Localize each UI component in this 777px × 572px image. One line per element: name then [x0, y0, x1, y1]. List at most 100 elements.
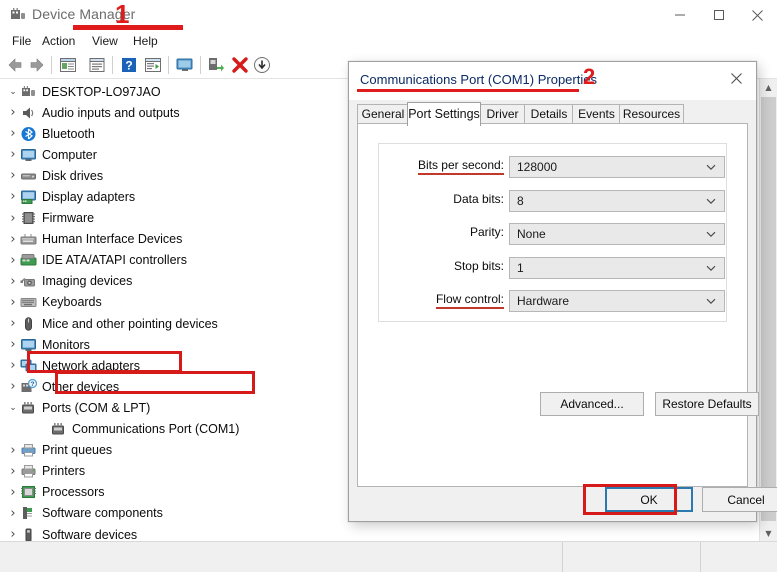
tree-root-label: DESKTOP-LO97JAO [42, 84, 161, 99]
toolbar-separator-3 [168, 56, 169, 74]
chevron-down-icon[interactable] [705, 195, 717, 207]
back-icon[interactable] [5, 55, 25, 75]
chevron-right-icon[interactable]: › [6, 168, 20, 183]
chevron-down-icon[interactable] [705, 295, 717, 307]
chevron-down-icon[interactable]: ⌄ [6, 403, 20, 413]
chevron-right-icon[interactable]: › [6, 274, 20, 289]
uninstall-icon[interactable] [230, 55, 250, 75]
dialog-title: Communications Port (COM1) Properties [360, 72, 597, 87]
dialog-close-button[interactable] [716, 62, 756, 94]
chevron-down-icon[interactable] [705, 262, 717, 274]
scan-icon[interactable] [143, 55, 163, 75]
chevron-right-icon[interactable]: › [6, 295, 20, 310]
toolbar-separator [51, 56, 52, 74]
software-device-icon [20, 527, 37, 543]
ide-controller-icon [20, 252, 37, 268]
minimize-button[interactable] [660, 0, 699, 30]
restore-defaults-button[interactable]: Restore Defaults [655, 392, 759, 416]
processor-icon [20, 484, 37, 500]
status-bar [0, 541, 777, 572]
disable-icon[interactable] [252, 55, 272, 75]
chevron-down-icon[interactable] [705, 161, 717, 173]
svg-text:?: ? [125, 59, 132, 73]
label-parity: Parity: [469, 225, 504, 239]
chevron-right-icon[interactable]: › [6, 126, 20, 141]
tree-item-label: Bluetooth [42, 126, 95, 141]
chevron-right-icon[interactable]: › [6, 358, 20, 373]
help-icon[interactable]: ? [119, 55, 139, 75]
tree-item-label: Software devices [42, 527, 138, 542]
tree-item-label: Printers [42, 464, 86, 479]
tab-details[interactable]: Details [524, 104, 574, 125]
tree-item-software-devices[interactable]: › Software devices [0, 524, 760, 542]
maximize-button[interactable] [699, 0, 738, 30]
combobox-stop-bits[interactable]: 1 [509, 256, 725, 279]
combobox-flow-control[interactable]: Hardware [509, 290, 725, 312]
chevron-right-icon[interactable]: › [6, 147, 20, 162]
tree-item-label: Firmware [42, 211, 95, 225]
combobox-value: 1 [517, 260, 524, 275]
menu-help[interactable]: Help [127, 32, 164, 50]
scrollbar-thumb[interactable] [761, 97, 776, 521]
tree-item-label: Audio inputs and outputs [42, 105, 180, 120]
ok-button[interactable]: OK [605, 487, 693, 512]
chevron-right-icon[interactable]: › [6, 337, 20, 352]
mouse-icon [20, 316, 37, 332]
chevron-right-icon[interactable]: › [6, 211, 20, 226]
display-icon[interactable] [175, 55, 195, 75]
tree-item-label: Network adapters [42, 358, 140, 373]
dialog-tabs[interactable]: General Port Settings Driver Details Eve… [357, 102, 748, 126]
hid-icon [20, 231, 37, 247]
combobox-value: 8 [517, 193, 524, 208]
tab-events[interactable]: Events [572, 104, 621, 125]
tab-general[interactable]: General [357, 104, 409, 125]
dialog-title-bar: Communications Port (COM1) Properties [349, 62, 756, 100]
tree-item-label: Keyboards [42, 295, 102, 310]
menu-file[interactable]: File [6, 32, 37, 50]
forward-icon[interactable] [27, 55, 47, 75]
combobox-bits-per-second[interactable]: 128000 [509, 156, 725, 178]
chevron-right-icon[interactable]: › [6, 379, 20, 394]
unknown-device-icon: ? [20, 378, 38, 395]
printer-icon [20, 463, 37, 479]
cancel-button[interactable]: Cancel [702, 487, 777, 512]
combobox-data-bits[interactable]: 8 [509, 189, 725, 212]
tree-item-label: Human Interface Devices [42, 232, 183, 247]
combobox-parity[interactable]: None [509, 223, 725, 245]
scroll-down-icon[interactable]: ▼ [760, 525, 777, 542]
advanced-button[interactable]: Advanced... [540, 392, 644, 416]
field-data-bits: Data bits: 8 [379, 189, 726, 212]
tree-scrollbar[interactable]: ▲ ▼ [759, 79, 777, 542]
chevron-down-icon[interactable] [705, 228, 717, 240]
chevron-right-icon[interactable]: › [6, 253, 20, 268]
chevron-right-icon[interactable]: › [6, 506, 20, 521]
tab-resources[interactable]: Resources [619, 104, 684, 125]
chevron-right-icon[interactable]: › [6, 485, 20, 500]
tab-port-settings[interactable]: Port Settings [407, 102, 481, 126]
update-driver-icon[interactable] [206, 55, 226, 75]
menu-action[interactable]: Action [36, 32, 81, 50]
chevron-right-icon[interactable]: › [6, 527, 20, 542]
display-adapter-icon [20, 189, 37, 205]
label-stop-bits: Stop bits: [453, 258, 504, 273]
scroll-up-icon[interactable]: ▲ [760, 79, 777, 96]
tree-item-label: Communications Port (COM1) [72, 422, 240, 436]
chevron-right-icon[interactable]: › [6, 105, 20, 120]
toolbar-separator-4 [200, 56, 201, 74]
speaker-icon [20, 105, 37, 121]
combobox-value: Hardware [517, 294, 570, 308]
tab-driver[interactable]: Driver [479, 104, 526, 125]
chevron-right-icon[interactable]: › [6, 316, 20, 331]
help-topics-icon[interactable] [87, 55, 107, 75]
tree-item-label: Software components [42, 506, 163, 521]
close-button[interactable] [738, 0, 777, 30]
chevron-right-icon[interactable]: › [6, 232, 20, 247]
chevron-right-icon[interactable]: › [6, 443, 20, 458]
disk-drive-icon [20, 168, 37, 184]
chevron-right-icon[interactable]: › [6, 189, 20, 204]
chevron-right-icon[interactable]: › [6, 464, 20, 479]
chevron-down-icon[interactable]: ⌄ [6, 87, 20, 97]
menu-view[interactable]: View [86, 32, 124, 50]
bluetooth-icon [20, 126, 37, 142]
properties-icon[interactable] [58, 55, 78, 75]
